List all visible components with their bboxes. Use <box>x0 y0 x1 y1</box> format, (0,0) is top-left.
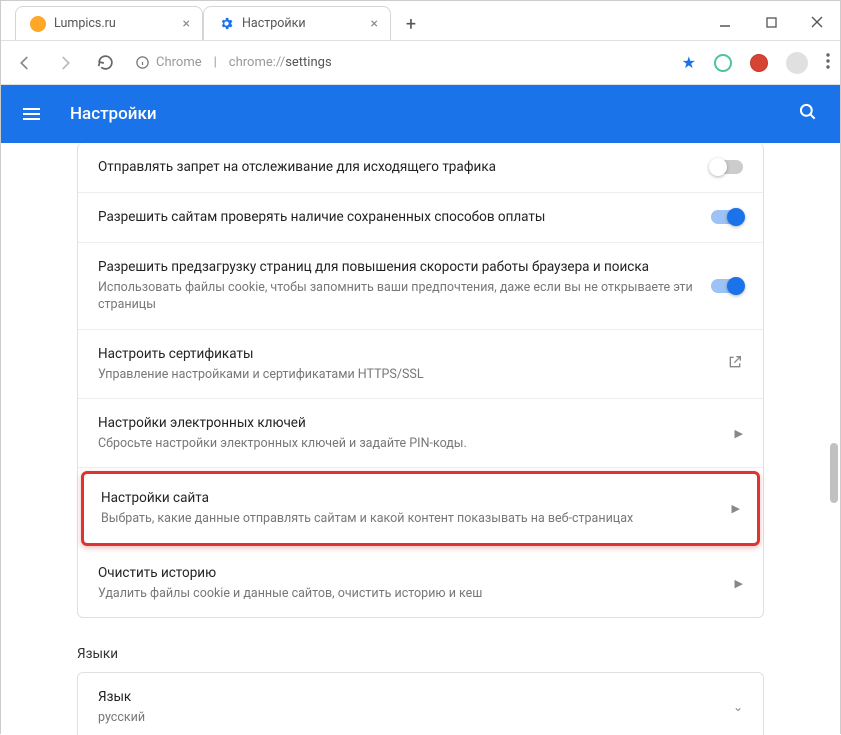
setting-sublabel: Выбрать, какие данные отправлять сайтам … <box>101 510 718 528</box>
hamburger-menu-icon[interactable] <box>23 108 40 120</box>
toggle-payment-methods[interactable] <box>711 210 743 224</box>
setting-sublabel: Удалить файлы cookie и данные сайтов, оч… <box>98 585 721 603</box>
row-language[interactable]: Язык русский ⌄ <box>78 673 763 735</box>
external-link-icon <box>727 354 743 374</box>
bookmark-star-icon[interactable]: ★ <box>682 53 696 72</box>
row-do-not-track[interactable]: Отправлять запрет на отслеживание для ис… <box>78 143 763 193</box>
languages-card: Язык русский ⌄ <box>77 672 764 735</box>
row-preload[interactable]: Разрешить предзагрузку страниц для повыш… <box>78 243 763 330</box>
forward-button[interactable] <box>51 49 79 77</box>
chevron-right-icon: ▶ <box>732 502 740 515</box>
toolbar: Chrome | chrome://settings ★ <box>1 41 840 85</box>
opera-icon[interactable] <box>750 54 768 72</box>
address-url: chrome://settings <box>229 55 332 70</box>
row-site-settings[interactable]: Настройки сайта Выбрать, какие данные от… <box>81 471 760 545</box>
info-icon <box>135 55 150 70</box>
favicon-lumpics-icon <box>30 16 46 32</box>
setting-label: Настройки электронных ключей <box>98 414 721 433</box>
setting-sublabel: Управление настройками и сертификатами H… <box>98 366 713 384</box>
back-button[interactable] <box>11 49 39 77</box>
toggle-preload[interactable] <box>711 279 743 293</box>
minimize-button[interactable] <box>711 8 739 36</box>
profile-avatar[interactable] <box>786 52 808 74</box>
extension-icon[interactable] <box>714 54 732 72</box>
settings-header: Настройки <box>1 85 840 143</box>
setting-label: Очистить историю <box>98 564 721 583</box>
setting-sublabel: Использовать файлы cookie, чтобы запомни… <box>98 279 697 314</box>
section-languages-label: Языки <box>77 646 764 662</box>
setting-label: Настроить сертификаты <box>98 345 713 364</box>
chevron-down-icon: ⌄ <box>733 700 743 714</box>
row-certificates[interactable]: Настроить сертификаты Управление настрой… <box>78 330 763 399</box>
setting-label: Отправлять запрет на отслеживание для ис… <box>98 158 697 177</box>
chevron-right-icon: ▶ <box>735 427 743 440</box>
row-clear-history[interactable]: Очистить историю Удалить файлы cookie и … <box>78 549 763 617</box>
setting-label: Настройки сайта <box>101 489 718 508</box>
close-window-button[interactable] <box>803 8 831 36</box>
close-tab-icon[interactable]: × <box>183 16 190 32</box>
reload-button[interactable] <box>91 49 119 77</box>
tab-title: Настройки <box>242 16 306 31</box>
tab-title: Lumpics.ru <box>54 16 116 31</box>
maximize-button[interactable] <box>757 8 785 36</box>
settings-content: Отправлять запрет на отслеживание для ис… <box>1 143 840 735</box>
row-security-keys[interactable]: Настройки электронных ключей Сбросьте на… <box>78 399 763 468</box>
chevron-right-icon: ▶ <box>735 577 743 590</box>
setting-label: Разрешить предзагрузку страниц для повыш… <box>98 258 697 277</box>
kebab-menu-icon[interactable] <box>826 53 830 73</box>
page-title: Настройки <box>70 104 157 124</box>
search-icon[interactable] <box>798 102 818 126</box>
address-bar[interactable]: Chrome | chrome://settings <box>131 55 332 70</box>
close-tab-icon[interactable]: × <box>371 16 378 32</box>
tab-settings[interactable]: Настройки × <box>203 6 391 40</box>
setting-sublabel: русский <box>98 709 719 727</box>
address-scheme: Chrome <box>156 55 202 70</box>
setting-label: Язык <box>98 688 719 707</box>
row-payment-methods[interactable]: Разрешить сайтам проверять наличие сохра… <box>78 193 763 243</box>
setting-sublabel: Сбросьте настройки электронных ключей и … <box>98 435 721 453</box>
gear-icon <box>218 16 234 32</box>
scrollbar-thumb[interactable] <box>830 443 838 503</box>
setting-label: Разрешить сайтам проверять наличие сохра… <box>98 208 697 227</box>
toggle-do-not-track[interactable] <box>711 160 743 174</box>
new-tab-button[interactable]: + <box>397 10 425 38</box>
tab-lumpics[interactable]: Lumpics.ru × <box>15 6 203 40</box>
privacy-card: Отправлять запрет на отслеживание для ис… <box>77 143 764 618</box>
